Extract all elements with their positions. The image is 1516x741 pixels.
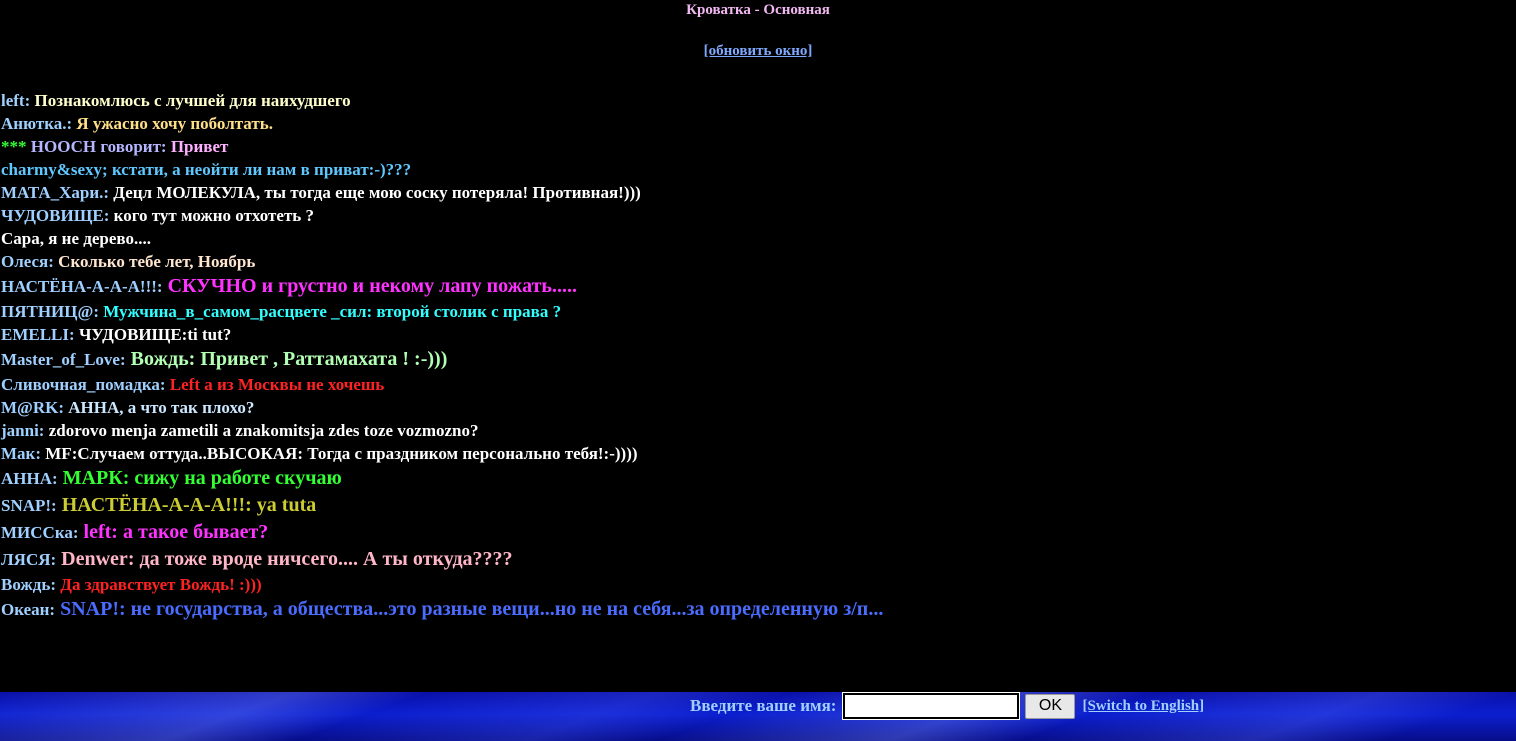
chat-message: janni: zdorovo menja zametili a znakomit… [1,419,1511,442]
chat-message: МАТА_Хари.: Децл МОЛЕКУЛА, ты тогда еще … [1,181,1511,204]
message-text: Left а из Москвы не хочешь [169,375,385,394]
chat-message: Master_of_Love: Вождь: Привет , Раттамах… [1,346,1511,373]
chat-message: АННА: МАРК: сижу на работе скучаю [1,465,1511,492]
chat-message: charmy&sexy; кстати, а неойти ли нам в п… [1,158,1511,181]
message-nick: janni: [1,421,45,440]
message-nick: Океан: [1,600,56,619]
message-text: SNAP!: не государства, а общества...это … [60,598,884,620]
message-nick: SNAP!: [1,496,57,515]
message-nick: ПЯТНИЦ@: [1,302,99,321]
chat-message: M@RK: АННА, а что так плохо? [1,396,1511,419]
message-nick: Олеся: [1,252,54,271]
message-nick: *** НООСН говорит: [1,137,167,156]
chat-message: Сара, я не дерево.... [1,227,1511,250]
message-text: Я ужасно хочу поболтать. [76,114,273,133]
message-nick: M@RK: [1,398,65,417]
message-nick: Master_of_Love: [1,350,126,369]
system-prefix: *** [1,137,27,156]
message-text: Да здравствует Вождь! :))) [60,575,262,594]
message-nick: EMELLI: [1,325,75,344]
chat-message: Анютка.: Я ужасно хочу поболтать. [1,112,1511,135]
message-text: Мужчина_в_самом_расцвете _сил: второй ст… [103,302,562,321]
message-text: НАСТЁНА-А-А-А!!!: ya tuta [61,494,317,516]
message-text: Децл МОЛЕКУЛА, ты тогда еще мою соску по… [113,183,641,202]
chat-message: Мак: MF:Случаем оттуда..ВЫСОКАЯ: Тогда с… [1,442,1511,465]
message-text: Вождь: Привет , Раттамахата ! :-))) [130,348,448,370]
message-text: кого тут можно отхотеть ? [113,206,315,225]
chat-message: *** НООСН говорит: Привет [1,135,1511,158]
message-nick: ЧУДОВИЩЕ: [1,206,110,225]
message-text: Привет [170,137,229,156]
message-text: СКУЧНО и грустно и некому лапу пожать...… [167,275,577,297]
message-text: Сколько тебе лет, Ноябрь [58,252,256,271]
message-nick: НАСТЁНА-А-А-А!!!: [1,277,163,296]
message-text: Denwer: да тоже вроде ничсего.... А ты о… [61,548,513,570]
message-text: zdorovo menja zametili a znakomitsja zde… [48,421,479,440]
message-nick: АННА: [1,469,58,488]
message-text: charmy&sexy; кстати, а неойти ли нам в п… [1,160,412,179]
room-title: Кроватка - Основная [686,2,830,18]
chat-message: Олеся: Сколько тебе лет, Ноябрь [1,250,1511,273]
chat-message: ЧУДОВИЩЕ: кого тут можно отхотеть ? [1,204,1511,227]
message-text: MF:Случаем оттуда..ВЫСОКАЯ: Тогда с праз… [45,444,638,463]
chat-message: EMELLI: ЧУДОВИЩЕ:ti tut? [1,323,1511,346]
chat-message: SNAP!: НАСТЁНА-А-А-А!!!: ya tuta [1,492,1511,519]
switch-to-english-link[interactable]: [Switch to English] [1082,698,1204,714]
chat-message: Сливочная_помадка: Left а из Москвы не х… [1,373,1511,396]
message-text: Познакомлюсь с лучшей для наихудшего [34,91,351,110]
message-nick: Сливочная_помадка: [1,375,166,394]
message-nick: Вождь: [1,575,56,594]
message-nick: Анютка.: [1,114,73,133]
chat-message: left: Познакомлюсь с лучшей для наихудше… [1,89,1511,112]
chat-message: МИССка: left: а такое бывает? [1,519,1511,546]
login-form: Введите ваше имя: OK [Switch to English] [690,692,1204,720]
message-nick: left: [1,91,31,110]
name-label: Введите ваше имя: [690,696,837,715]
message-nick: Мак: [1,444,42,463]
message-text: Сара, я не дерево.... [1,229,151,248]
chat-message: НАСТЁНА-А-А-А!!!: СКУЧНО и грустно и нек… [1,273,1511,300]
message-text: МАРК: сижу на работе скучаю [62,467,342,489]
login-bar: Введите ваше имя: OK [Switch to English] [0,692,1516,741]
message-nick: ЛЯСЯ: [1,550,57,569]
message-list: left: Познакомлюсь с лучшей для наихудше… [1,89,1511,623]
name-input[interactable] [842,692,1021,720]
chat-message: Вождь: Да здравствует Вождь! :))) [1,573,1511,596]
message-nick: МАТА_Хари.: [1,183,110,202]
switch-language-wrap: [Switch to English] [1082,698,1204,715]
refresh-window-link[interactable]: [обновить окно] [704,43,813,59]
chat-message: Океан: SNAP!: не государства, а общества… [1,596,1511,623]
message-nick: МИССка: [1,523,79,542]
chat-area: Кроватка - Основная [обновить окно] left… [0,0,1516,692]
chat-message: ПЯТНИЦ@: Мужчина_в_самом_расцвете _сил: … [1,300,1511,323]
chat-message: ЛЯСЯ: Denwer: да тоже вроде ничсего.... … [1,546,1511,573]
message-text: left: а такое бывает? [83,521,269,543]
refresh-window-link-wrap: [обновить окно] [0,43,1516,60]
message-text: АННА, а что так плохо? [68,398,255,417]
ok-button[interactable]: OK [1025,693,1076,719]
message-text: ЧУДОВИЩЕ:ti tut? [78,325,232,344]
